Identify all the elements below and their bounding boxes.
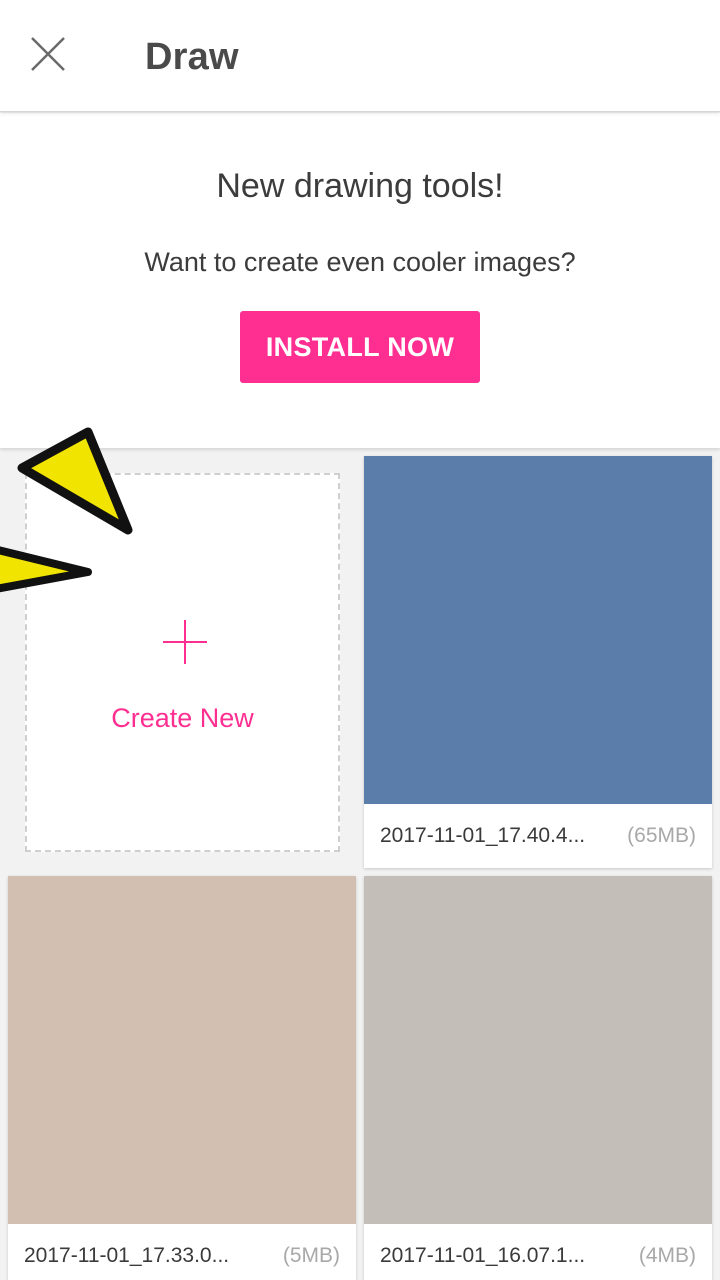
drawing-card[interactable]: 2017-11-01_17.40.4... (65MB) <box>364 456 712 868</box>
create-new-card[interactable]: Create New <box>25 473 340 852</box>
drawing-meta: 2017-11-01_17.33.0... (5MB) <box>8 1224 356 1280</box>
drawing-filesize: (4MB) <box>638 1244 696 1267</box>
drawing-meta: 2017-11-01_17.40.4... (65MB) <box>364 804 712 868</box>
close-icon <box>30 36 66 77</box>
plus-icon <box>163 620 207 664</box>
promo-banner: New drawing tools! Want to create even c… <box>0 113 720 448</box>
drawing-card[interactable]: 2017-11-01_16.07.1... (4MB) <box>364 876 712 1280</box>
install-now-button[interactable]: INSTALL NOW <box>240 311 480 383</box>
drawing-filesize: (5MB) <box>282 1244 340 1267</box>
drawing-meta: 2017-11-01_16.07.1... (4MB) <box>364 1224 712 1280</box>
drawings-grid: Create New 2017-11-01_17.40.4... (65MB) … <box>0 448 720 1280</box>
close-button[interactable] <box>22 30 74 82</box>
top-bar: Draw <box>0 0 720 112</box>
drawing-thumbnail <box>8 876 356 1224</box>
drawing-thumbnail <box>364 876 712 1224</box>
drawing-card[interactable]: 2017-11-01_17.33.0... (5MB) <box>8 876 356 1280</box>
promo-heading: New drawing tools! <box>216 167 504 205</box>
create-new-label: Create New <box>111 703 254 733</box>
drawing-filesize: (65MB) <box>627 824 696 847</box>
drawing-thumbnail <box>364 456 712 804</box>
drawing-filename: 2017-11-01_17.33.0... <box>24 1244 230 1267</box>
drawing-filename: 2017-11-01_16.07.1... <box>380 1244 586 1267</box>
page-title: Draw <box>145 36 239 78</box>
drawing-filename: 2017-11-01_17.40.4... <box>380 824 586 847</box>
promo-subtitle: Want to create even cooler images? <box>144 247 576 277</box>
app-screen: Draw New drawing tools! Want to create e… <box>0 0 720 1280</box>
